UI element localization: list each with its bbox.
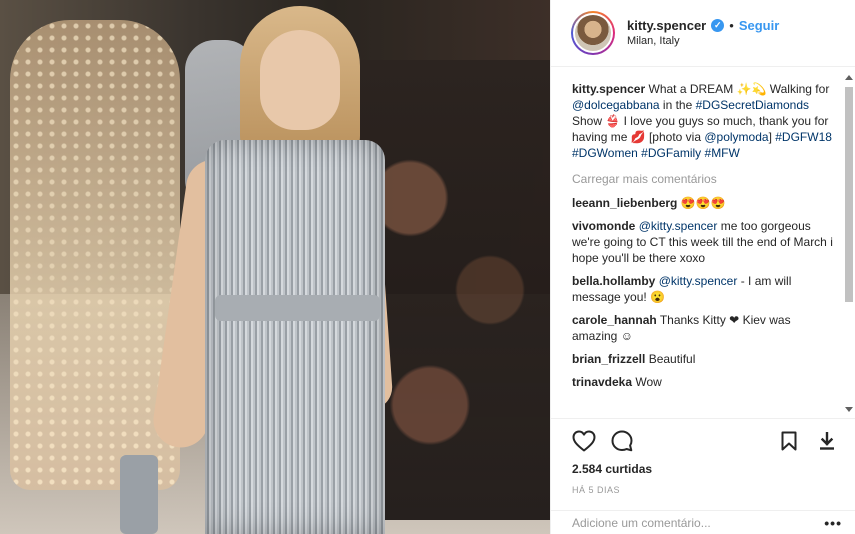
scroll-up-arrow-icon[interactable] bbox=[845, 75, 853, 80]
heart-icon bbox=[572, 430, 596, 451]
text-segment: 😍😍😍 bbox=[677, 196, 726, 210]
verified-badge-icon: ✓ bbox=[711, 19, 725, 33]
download-icon bbox=[820, 431, 834, 450]
header-username[interactable]: kitty.spencer bbox=[627, 17, 706, 35]
comments-scrollbar[interactable] bbox=[843, 67, 855, 418]
like-button[interactable] bbox=[571, 428, 597, 454]
comment-username[interactable]: leeann_liebenberg bbox=[572, 196, 677, 210]
comment-item: vivomonde @kitty.spencer me too gorgeous… bbox=[572, 218, 842, 266]
photo-dress-belt bbox=[215, 295, 380, 321]
avatar-image bbox=[573, 13, 613, 53]
action-bar bbox=[551, 418, 855, 462]
comment-username[interactable]: brian_frizzell bbox=[572, 352, 645, 366]
text-segment: What a DREAM ✨💫 Walking for bbox=[648, 82, 830, 96]
mention-link[interactable]: @polymoda bbox=[704, 130, 768, 144]
header-separator: • bbox=[729, 17, 734, 33]
post-caption: kitty.spencer What a DREAM ✨💫 Walking fo… bbox=[572, 81, 842, 161]
bookmark-icon bbox=[781, 431, 797, 450]
hashtag-link[interactable]: #MFW bbox=[705, 146, 740, 160]
post-side-panel: kitty.spencer ✓ • Seguir Milan, Italy ki… bbox=[550, 0, 855, 534]
text-segment: Wow bbox=[632, 375, 662, 389]
text-segment: in the bbox=[659, 98, 696, 112]
comments-list[interactable]: kitty.spencer What a DREAM ✨💫 Walking fo… bbox=[551, 67, 855, 418]
scroll-down-arrow-icon[interactable] bbox=[845, 407, 853, 412]
location-link[interactable]: Milan, Italy bbox=[627, 34, 779, 49]
comment-button[interactable] bbox=[609, 428, 635, 454]
comment-username[interactable]: bella.hollamby bbox=[572, 274, 655, 288]
mention-link[interactable]: @kitty.spencer bbox=[639, 219, 718, 233]
avatar[interactable] bbox=[571, 11, 615, 55]
header-row: kitty.spencer ✓ • Seguir bbox=[627, 17, 779, 35]
hashtag-link[interactable]: #DGFW18 bbox=[775, 130, 832, 144]
comment-icon bbox=[611, 430, 633, 451]
download-button[interactable] bbox=[814, 428, 840, 454]
more-options-icon[interactable]: ••• bbox=[824, 515, 842, 531]
text-segment: Beautiful bbox=[645, 352, 696, 366]
comment-username[interactable]: trinavdeka bbox=[572, 375, 632, 389]
photo-model-face bbox=[260, 30, 340, 130]
mention-link[interactable]: @kitty.spencer bbox=[659, 274, 738, 288]
add-comment-bar: Adicione um comentário... ••• bbox=[551, 510, 855, 534]
load-more-comments-button[interactable]: Carregar mais comentários bbox=[572, 171, 842, 187]
comment-item: trinavdeka Wow bbox=[572, 374, 842, 390]
comment-username[interactable]: vivomonde bbox=[572, 219, 635, 233]
header-info: kitty.spencer ✓ • Seguir Milan, Italy bbox=[627, 17, 779, 49]
post-header: kitty.spencer ✓ • Seguir Milan, Italy bbox=[551, 0, 855, 67]
hashtag-link[interactable]: #DGWomen bbox=[572, 146, 638, 160]
photo-handbag bbox=[120, 455, 158, 534]
comment-item: carole_hannah Thanks Kitty ❤ Kiev was am… bbox=[572, 312, 842, 344]
follow-button[interactable]: Seguir bbox=[739, 17, 779, 35]
comment-container: leeann_liebenberg 😍😍😍 vivomonde @kitty.sp… bbox=[572, 195, 842, 390]
scroll-thumb[interactable] bbox=[845, 87, 853, 302]
save-button[interactable] bbox=[776, 428, 802, 454]
like-count[interactable]: 2.584 curtidas bbox=[572, 462, 652, 476]
comment-item: bella.hollamby @kitty.spencer - I am wil… bbox=[572, 273, 842, 305]
hashtag-link[interactable]: #DGSecretDiamonds bbox=[696, 98, 809, 112]
hashtag-link[interactable]: #DGFamily bbox=[641, 146, 701, 160]
photo-silver-dress bbox=[205, 140, 385, 534]
comment-username[interactable]: carole_hannah bbox=[572, 313, 657, 327]
caption-username[interactable]: kitty.spencer bbox=[572, 82, 645, 96]
post-photo[interactable] bbox=[0, 0, 550, 534]
mention-link[interactable]: @dolcegabbana bbox=[572, 98, 660, 112]
comment-item: leeann_liebenberg 😍😍😍 bbox=[572, 195, 842, 211]
comment-item: brian_frizzell Beautiful bbox=[572, 351, 842, 367]
post-timestamp: HÁ 5 DIAS bbox=[572, 485, 621, 495]
add-comment-input[interactable]: Adicione um comentário... bbox=[572, 516, 824, 530]
